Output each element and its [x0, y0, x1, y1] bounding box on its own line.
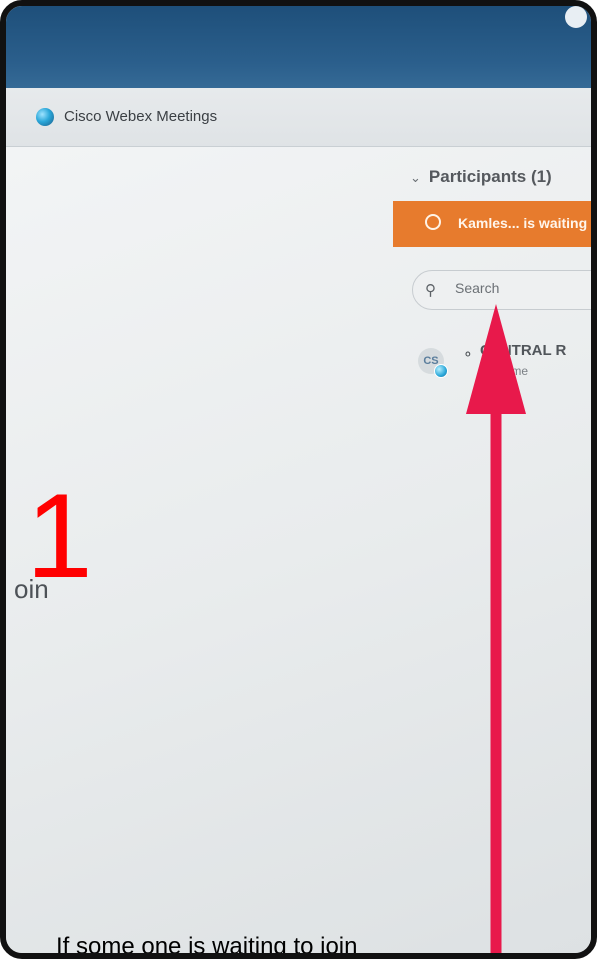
- search-input[interactable]: [453, 279, 577, 297]
- waiting-icon: [425, 214, 441, 230]
- chevron-down-icon[interactable]: ⌄: [410, 170, 421, 185]
- participant-name: CENTRAL R: [480, 342, 567, 359]
- participant-search[interactable]: ⚲: [412, 270, 591, 310]
- participants-header[interactable]: ⌄ Participants (1): [410, 167, 552, 187]
- participant-role: Host, me: [480, 364, 529, 378]
- microphone-icon[interactable]: ⚬: [462, 346, 474, 363]
- search-icon: ⚲: [425, 282, 436, 299]
- annotation-caption: If some one is waiting to join: [56, 933, 358, 959]
- participants-header-label: Participants (1): [428, 167, 552, 186]
- screenshot-frame: Cisco Webex Meetings ⌄ Participants (1) K…: [0, 0, 597, 959]
- meeting-content: ⌄ Participants (1) Kamles... is waiting ⚲…: [6, 147, 591, 953]
- app-title: Cisco Webex Meetings: [64, 108, 218, 125]
- waiting-banner[interactable]: Kamles... is waiting: [393, 201, 591, 247]
- participant-row[interactable]: CS ⚬ CENTRAL R Host, me: [418, 342, 591, 392]
- waiting-banner-text: Kamles... is waiting: [458, 215, 588, 231]
- window-top-band: [6, 6, 591, 88]
- app-titlebar: Cisco Webex Meetings: [6, 88, 591, 147]
- step-number-annotation: 1: [26, 469, 93, 603]
- webex-status-icon: [434, 364, 448, 378]
- screen-glare: [565, 6, 587, 28]
- webex-logo-icon: [36, 108, 54, 126]
